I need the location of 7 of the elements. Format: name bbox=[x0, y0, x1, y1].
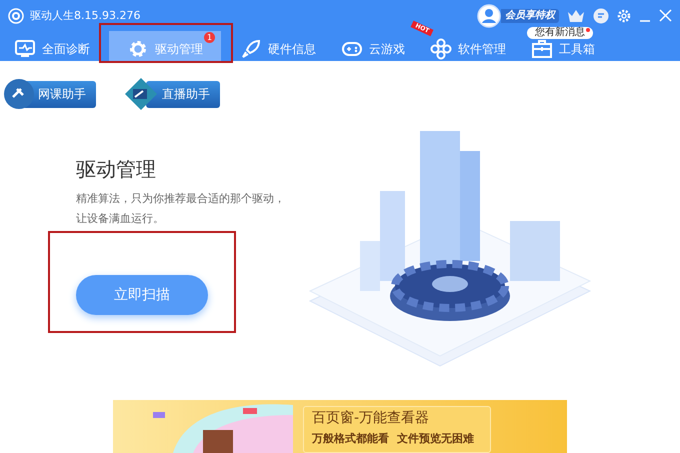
banner-text: 文件预览无困难 bbox=[397, 432, 474, 445]
count-badge: 1 bbox=[204, 32, 215, 43]
banner-title: 百页窗-万能查看器 bbox=[312, 409, 430, 427]
window-title: 驱动人生8.15.93.276 bbox=[30, 8, 142, 23]
feature-title: 驱动管理 bbox=[76, 156, 157, 183]
feature-description: 精准算法，只为你推荐最合适的那个驱动，让设备满血运行。 bbox=[76, 191, 286, 227]
banner-text: 万般格式都能看 bbox=[312, 432, 389, 445]
